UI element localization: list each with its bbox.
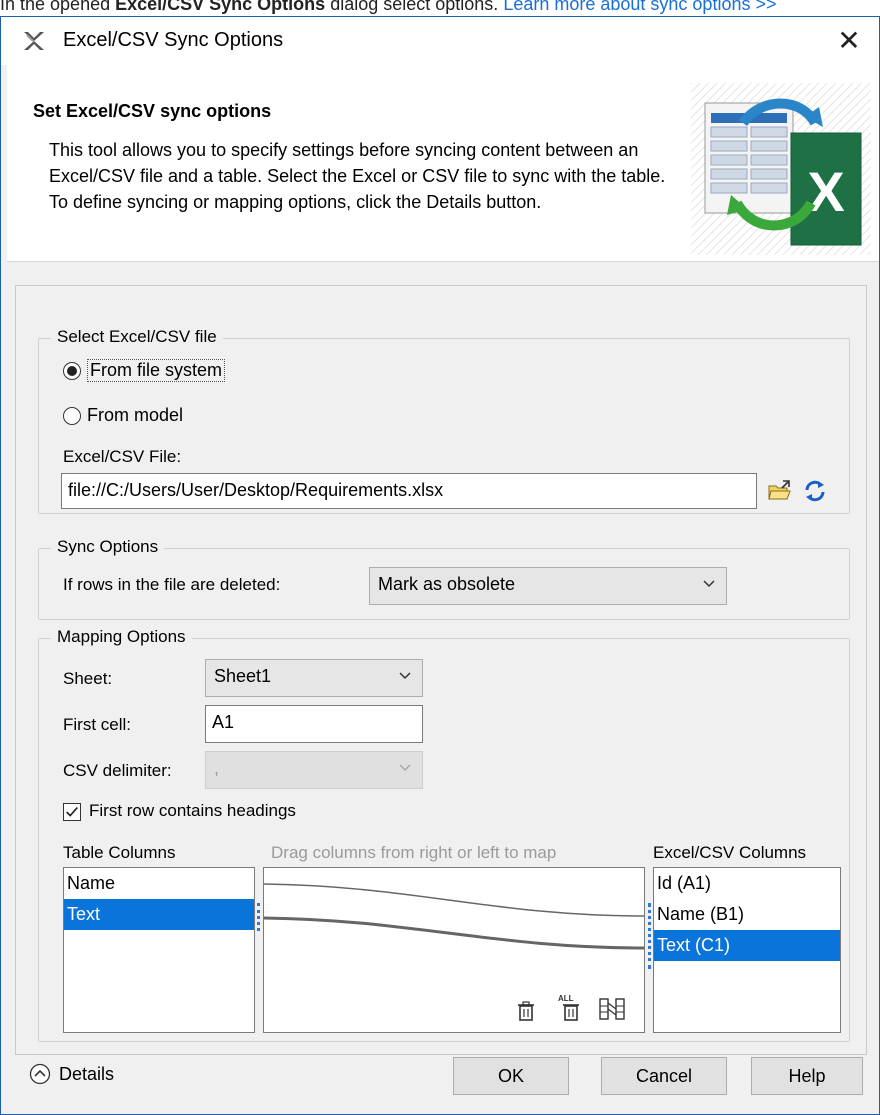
details-toggle[interactable]: Details (29, 1063, 114, 1085)
chevron-down-icon (703, 580, 715, 588)
csv-delimiter-select[interactable]: , (205, 751, 423, 789)
first-cell-input[interactable]: A1 (205, 705, 423, 743)
sync-options-dialog: Excel/CSV Sync Options ✕ Set Excel/CSV s… (0, 16, 880, 1115)
header-description: This tool allows you to specify settings… (49, 140, 666, 212)
radio-label-model: From model (87, 405, 184, 425)
title-bar: Excel/CSV Sync Options ✕ (1, 17, 879, 65)
column-mapping-area[interactable]: ALL (263, 867, 645, 1033)
list-item[interactable]: Text (C1) (654, 930, 840, 961)
sheet-select[interactable]: Sheet1 (205, 659, 423, 697)
svg-text:ALL: ALL (558, 994, 574, 1003)
table-columns-header: Table Columns (63, 843, 176, 862)
list-item[interactable]: Name (B1) (654, 899, 840, 930)
chevron-down-icon (399, 672, 411, 680)
open-folder-icon[interactable] (767, 479, 793, 503)
sync-options-legend: Sync Options (51, 537, 165, 557)
chevron-down-icon (399, 764, 411, 772)
radio-label-file-system: From file system (87, 359, 226, 382)
first-cell-label: First cell: (63, 715, 131, 734)
mapping-options-legend: Mapping Options (51, 627, 192, 647)
excel-columns-list[interactable]: Id (A1) Name (B1) Text (C1) (653, 867, 841, 1033)
file-path-input[interactable]: file://C:/Users/User/Desktop/Requirement… (61, 473, 757, 509)
checkmark-icon (66, 807, 78, 817)
first-row-headings-label: First row contains headings (89, 801, 296, 820)
rows-deleted-label: If rows in the file are deleted: (63, 575, 281, 594)
window-title: Excel/CSV Sync Options (63, 29, 284, 51)
chevron-up-circle-icon (29, 1063, 51, 1085)
trash-all-icon[interactable]: ALL (556, 992, 584, 1022)
radio-button-unchecked[interactable] (63, 406, 81, 425)
auto-map-icon[interactable] (598, 996, 626, 1022)
ok-button[interactable]: OK (453, 1057, 569, 1095)
refresh-icon[interactable] (803, 479, 827, 503)
table-columns-list[interactable]: Name Text (63, 867, 255, 1033)
close-button[interactable]: ✕ (831, 23, 867, 59)
radio-from-model[interactable]: From model (63, 405, 183, 426)
header-title: Set Excel/CSV sync options (33, 101, 272, 121)
doc-text-bold: Excel/CSV Sync Options (115, 0, 326, 14)
doc-text-middle: dialog select options. (325, 0, 504, 14)
drag-handle-left[interactable] (257, 903, 263, 931)
svg-text:X: X (807, 160, 844, 223)
excel-columns-header: Excel/CSV Columns (653, 843, 807, 862)
mapping-options-group: Mapping Options Sheet: Sheet1 First cell… (38, 627, 850, 1042)
list-item[interactable]: Name (64, 868, 254, 899)
first-row-headings-checkbox[interactable] (63, 803, 81, 821)
csv-delimiter-label: CSV delimiter: (63, 761, 172, 780)
excel-sync-illustration-icon: X (691, 83, 871, 255)
radio-button-checked[interactable] (63, 361, 81, 380)
sync-options-group: Sync Options If rows in the file are del… (38, 537, 850, 620)
options-panel: Select Excel/CSV file From file system F… (15, 285, 867, 1055)
cancel-button[interactable]: Cancel (601, 1057, 727, 1095)
csv-delimiter-value: , (214, 758, 220, 778)
header-banner: Set Excel/CSV sync options This tool all… (7, 65, 879, 262)
sheet-label: Sheet: (63, 669, 113, 688)
select-file-group: Select Excel/CSV file From file system F… (38, 327, 850, 514)
sheet-value: Sheet1 (214, 666, 272, 686)
list-item[interactable]: Id (A1) (654, 868, 840, 899)
doc-text-prefix: In the opened (0, 0, 116, 14)
list-item[interactable]: Text (64, 899, 254, 930)
select-file-legend: Select Excel/CSV file (51, 327, 223, 347)
file-field-label: Excel/CSV File: (63, 447, 182, 466)
radio-from-file-system[interactable]: From file system (63, 359, 226, 382)
drag-hint-text: Drag columns from right or left to map (271, 843, 557, 862)
rows-deleted-value: Mark as obsolete (378, 574, 516, 594)
mapping-lines (264, 883, 644, 950)
learn-more-link[interactable]: Learn more about sync options >> (503, 0, 776, 14)
app-logo-icon (24, 32, 44, 50)
details-label: Details (59, 1063, 115, 1084)
trash-icon[interactable] (516, 1000, 536, 1022)
help-button[interactable]: Help (751, 1057, 863, 1095)
doc-instruction-line: In the opened Excel/CSV Sync Options dia… (0, 0, 880, 16)
rows-deleted-select[interactable]: Mark as obsolete (369, 567, 727, 605)
